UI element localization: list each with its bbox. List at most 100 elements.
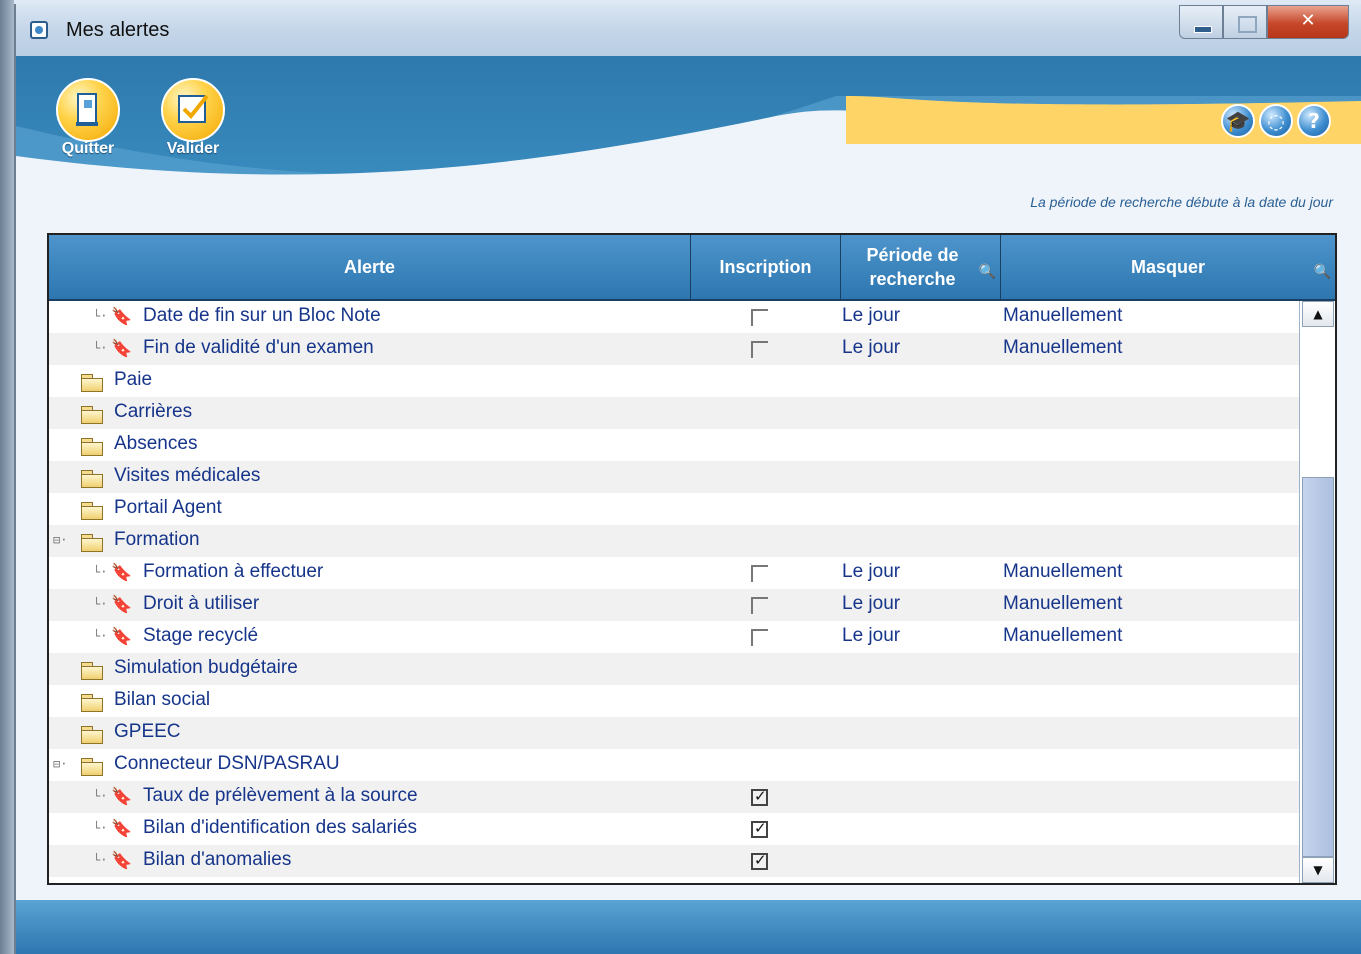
folder-row[interactable]: Portail Agent [49, 493, 1299, 525]
header-alert-label: Alerte [343, 257, 396, 277]
alert-row[interactable]: └· 🔖 Droit à utiliser Le jour Manuellement [49, 589, 1299, 621]
alert-tag-icon: 🔖 [111, 627, 133, 647]
tree-connector: └· [93, 341, 108, 355]
header-hide-label: Masquer [1130, 257, 1206, 277]
quit-label: Quitter [61, 140, 115, 157]
close-icon: ✕ [1300, 10, 1316, 31]
period-value[interactable]: Le jour [842, 593, 900, 615]
help-icon[interactable]: ? [1297, 104, 1331, 138]
inscription-checkbox[interactable] [751, 629, 768, 646]
maximize-button[interactable] [1223, 5, 1267, 39]
alert-tag-icon: 🔖 [111, 819, 133, 839]
folder-label: Carrières [114, 401, 193, 422]
close-button[interactable]: ✕ [1267, 5, 1349, 39]
folder-label: Absences [114, 433, 198, 454]
alert-label: Formation à effectuer [143, 561, 324, 582]
inscription-checkbox[interactable] [751, 597, 768, 614]
folder-row[interactable]: GPEEC [49, 717, 1299, 749]
folder-row[interactable]: Simulation budgétaire [49, 653, 1299, 685]
alert-label: Fin de validité d'un examen [143, 337, 374, 358]
desktop-edge [0, 0, 14, 954]
tree-connector: └· [93, 629, 108, 643]
tree-connector: └· [93, 853, 108, 867]
folder-icon [81, 438, 103, 456]
alerts-window: Mes alertes ✕ Quitter Valider 🎓 ◌ ? La p… [14, 4, 1361, 954]
alert-row[interactable]: └· 🔖 Date de fin sur un Bloc Note Le jour Ma… [49, 301, 1299, 333]
folder-row[interactable]: ⊟· Formation [49, 525, 1299, 557]
validate-label: Valider [166, 140, 220, 157]
period-value[interactable]: Le jour [842, 337, 900, 359]
inscription-checkbox[interactable] [751, 565, 768, 582]
alert-row[interactable]: └· 🔖 Bilan d'anomalies [49, 845, 1299, 877]
alert-label: Date de fin sur un Bloc Note [143, 305, 381, 326]
header-inscription-label: Inscription [719, 257, 812, 277]
alert-tag-icon: 🔖 [111, 787, 133, 807]
tree-connector: └· [93, 821, 108, 835]
inscription-checkbox[interactable] [751, 851, 768, 870]
folder-row[interactable]: Carrières [49, 397, 1299, 429]
inscription-checkbox[interactable] [751, 341, 768, 358]
inscription-checkbox[interactable] [751, 309, 768, 326]
search-icon[interactable]: 🔍 [1314, 259, 1331, 283]
folder-row[interactable]: Visites médicales [49, 461, 1299, 493]
alert-row[interactable]: └· 🔖 Formation à effectuer Le jour Manuellem… [49, 557, 1299, 589]
tree-connector: └· [93, 565, 108, 579]
folder-row[interactable]: Absences [49, 429, 1299, 461]
folder-row[interactable]: Paie [49, 365, 1299, 397]
alert-tag-icon: 🔖 [111, 595, 133, 615]
footer-band [16, 900, 1361, 954]
inscription-checkbox[interactable] [751, 787, 768, 806]
alert-tag-icon: 🔖 [111, 339, 133, 359]
alert-tag-icon: 🔖 [111, 307, 133, 327]
hide-value[interactable]: Manuellement [1003, 305, 1122, 327]
folder-label: Connecteur DSN/PASRAU [114, 753, 340, 774]
title-bar[interactable]: Mes alertes ✕ [16, 4, 1361, 56]
folder-icon [81, 758, 103, 776]
folder-icon [81, 470, 103, 488]
alerts-table: Alerte Inscription Période de recherche 🔍… [47, 233, 1337, 885]
folder-row[interactable]: Bilan social [49, 685, 1299, 717]
hide-value[interactable]: Manuellement [1003, 337, 1122, 359]
hide-value[interactable]: Manuellement [1003, 593, 1122, 615]
alert-label: Bilan d'identification des salariés [143, 817, 418, 838]
search-icon[interactable]: 🔍 [979, 259, 996, 283]
alert-row[interactable]: └· 🔖 Stage recyclé Le jour Manuellement [49, 621, 1299, 653]
door-icon [56, 78, 120, 142]
help-toolbar: 🎓 ◌ ? [1221, 104, 1331, 138]
quit-button[interactable]: Quitter [48, 78, 128, 158]
folder-label: Visites médicales [114, 465, 261, 486]
collapse-toggle-icon[interactable]: ⊟· [53, 533, 67, 547]
support-icon[interactable]: ◌ [1259, 104, 1293, 138]
vertical-scrollbar[interactable]: ▲ ▼ [1299, 301, 1335, 883]
graduation-icon[interactable]: 🎓 [1221, 104, 1255, 138]
folder-row[interactable]: ⊟· Connecteur DSN/PASRAU [49, 749, 1299, 781]
period-value[interactable]: Le jour [842, 561, 900, 583]
folder-label: GPEEC [114, 721, 181, 742]
tree-connector: └· [93, 309, 108, 323]
validate-button[interactable]: Valider [153, 78, 233, 158]
scroll-up-button[interactable]: ▲ [1302, 301, 1334, 327]
scroll-thumb[interactable] [1302, 477, 1334, 857]
alert-row[interactable]: └· 🔖 Bilan d'identification des salariés [49, 813, 1299, 845]
collapse-toggle-icon[interactable]: ⊟· [53, 757, 67, 771]
scroll-down-button[interactable]: ▼ [1302, 857, 1334, 883]
alert-tag-icon: 🔖 [111, 563, 133, 583]
header-inscription[interactable]: Inscription [691, 235, 841, 299]
header-hide[interactable]: Masquer 🔍 [1001, 235, 1335, 299]
minimize-button[interactable] [1179, 5, 1223, 39]
alert-row[interactable]: └· 🔖 Fin de validité d'un examen Le jour Man… [49, 333, 1299, 365]
hide-value[interactable]: Manuellement [1003, 625, 1122, 647]
tree-connector: └· [93, 597, 108, 611]
window-title: Mes alertes [66, 19, 170, 41]
alert-label: Taux de prélèvement à la source [143, 785, 418, 806]
period-value[interactable]: Le jour [842, 305, 900, 327]
folder-icon [81, 694, 103, 712]
folder-icon [81, 502, 103, 520]
alert-row[interactable]: └· 🔖 Taux de prélèvement à la source [49, 781, 1299, 813]
header-period[interactable]: Période de recherche 🔍 [841, 235, 1001, 299]
period-value[interactable]: Le jour [842, 625, 900, 647]
inscription-checkbox[interactable] [751, 819, 768, 838]
header-alert[interactable]: Alerte [49, 235, 691, 299]
hide-value[interactable]: Manuellement [1003, 561, 1122, 583]
folder-icon [81, 662, 103, 680]
